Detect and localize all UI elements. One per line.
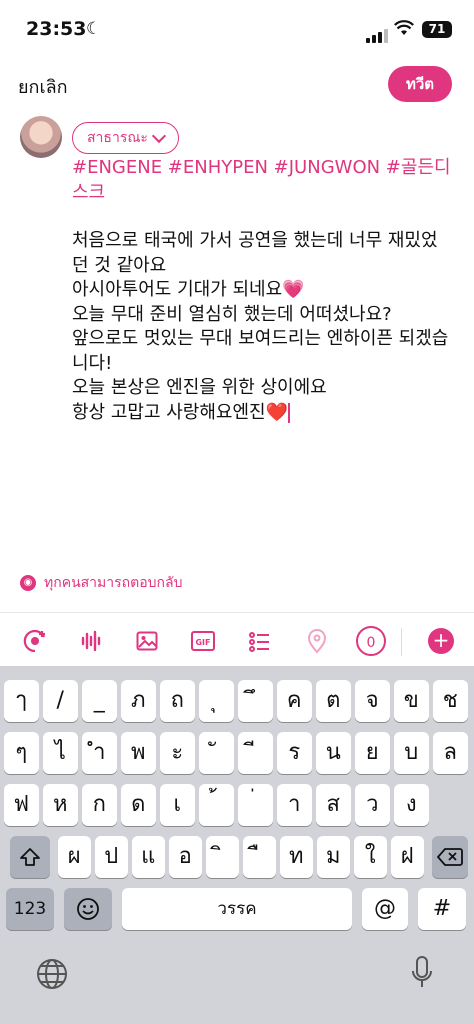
text-cursor: [288, 402, 291, 423]
at-key[interactable]: @: [362, 888, 408, 930]
divider: [401, 628, 402, 656]
key-1-9[interactable]: ต: [316, 680, 351, 722]
post-tweet-button[interactable]: ทวีต: [388, 66, 452, 102]
compose-toolbar: GIF: [0, 616, 474, 666]
key-1-1[interactable]: ๅ: [4, 680, 39, 722]
key-3-5[interactable]: เ: [160, 784, 195, 826]
globe-icon[interactable]: [36, 958, 68, 994]
key-1-10[interactable]: จ: [355, 680, 390, 722]
add-thread-button[interactable]: +: [428, 628, 454, 654]
key-3-2[interactable]: ห: [43, 784, 78, 826]
globe-reply-icon: ◉: [20, 575, 36, 591]
key-4-3[interactable]: แ: [132, 836, 165, 878]
key-2-8[interactable]: ร: [277, 732, 312, 774]
keyboard: ๅ/_ภถุึคตจขช ๆไำพะัีรนยบล ฟหกดเ้่าสวง ผป…: [0, 666, 474, 1024]
key-2-10[interactable]: ย: [355, 732, 390, 774]
hash-key[interactable]: #: [418, 888, 466, 930]
signal-icon: [366, 24, 390, 43]
key-2-7[interactable]: ี: [238, 732, 273, 774]
key-4-5[interactable]: ิ: [206, 836, 239, 878]
key-4-7[interactable]: ท: [280, 836, 313, 878]
key-4-4[interactable]: อ: [169, 836, 202, 878]
gif-label: GIF: [195, 638, 210, 647]
microphone-icon[interactable]: [410, 955, 434, 995]
character-counter: 0: [356, 626, 386, 656]
key-1-12[interactable]: ช: [433, 680, 468, 722]
key-3-11[interactable]: ง: [394, 784, 429, 826]
key-2-6[interactable]: ั: [199, 732, 234, 774]
moon-icon: ☾: [86, 19, 102, 39]
chevron-down-icon: [151, 128, 166, 144]
key-2-11[interactable]: บ: [394, 732, 429, 774]
key-2-4[interactable]: พ: [121, 732, 156, 774]
image-icon[interactable]: [132, 626, 162, 656]
key-1-5[interactable]: ถ: [160, 680, 195, 722]
emoji-key[interactable]: [64, 888, 112, 930]
key-3-3[interactable]: ก: [82, 784, 117, 826]
shift-key[interactable]: [10, 836, 50, 878]
key-3-7[interactable]: ่: [238, 784, 273, 826]
poll-icon[interactable]: [244, 626, 274, 656]
backspace-key[interactable]: [432, 836, 468, 878]
key-4-10[interactable]: ฝ: [391, 836, 424, 878]
key-2-2[interactable]: ไ: [43, 732, 78, 774]
audio-waveform-icon[interactable]: [76, 626, 106, 656]
gif-icon[interactable]: GIF: [188, 626, 218, 656]
key-2-9[interactable]: น: [316, 732, 351, 774]
key-4-9[interactable]: ใ: [354, 836, 387, 878]
key-4-8[interactable]: ม: [317, 836, 350, 878]
reply-setting-button[interactable]: ◉ ทุกคนสามารถตอบกลับ: [20, 572, 182, 594]
key-1-7[interactable]: ึ: [238, 680, 273, 722]
key-4-2[interactable]: ป: [95, 836, 128, 878]
wifi-icon: [394, 20, 414, 40]
battery-indicator: 71: [422, 21, 452, 38]
key-3-4[interactable]: ด: [121, 784, 156, 826]
compose-textarea[interactable]: #ENGENE #ENHYPEN #JUNGWON #골든디스크 처음으로 태국…: [72, 156, 452, 425]
key-3-10[interactable]: ว: [355, 784, 390, 826]
space-key[interactable]: วรรค: [122, 888, 352, 930]
avatar[interactable]: [20, 116, 62, 158]
numbers-key[interactable]: 123: [6, 888, 54, 930]
key-1-8[interactable]: ค: [277, 680, 312, 722]
key-4-1[interactable]: ผ: [58, 836, 91, 878]
reply-setting-label: ทุกคนสามารถตอบกลับ: [44, 575, 183, 591]
compose-body-text: 처음으로 태국에 가서 공연을 했는데 너무 재밌었던 것 같아요 아시아투어도…: [72, 230, 449, 423]
key-3-8[interactable]: า: [277, 784, 312, 826]
voice-spaces-icon[interactable]: [20, 626, 50, 656]
audience-selector[interactable]: สาธารณะ: [72, 122, 179, 154]
key-3-6[interactable]: ้: [199, 784, 234, 826]
audience-label: สาธารณะ: [87, 130, 148, 146]
key-4-6[interactable]: ื: [243, 836, 276, 878]
compose-hashtags: #ENGENE #ENHYPEN #JUNGWON #골든디스크: [72, 157, 451, 203]
key-2-12[interactable]: ล: [433, 732, 468, 774]
key-1-6[interactable]: ุ: [199, 680, 234, 722]
key-2-1[interactable]: ๆ: [4, 732, 39, 774]
divider: [0, 612, 474, 613]
status-time: 23:53: [26, 18, 87, 40]
key-2-5[interactable]: ะ: [160, 732, 195, 774]
cancel-button[interactable]: ยกเลิก: [18, 72, 68, 101]
key-1-2[interactable]: /: [43, 680, 78, 722]
status-bar: 23:53 ☾ 71: [0, 0, 474, 56]
key-1-11[interactable]: ข: [394, 680, 429, 722]
key-3-1[interactable]: ฟ: [4, 784, 39, 826]
location-icon[interactable]: [302, 626, 332, 656]
key-2-3[interactable]: ำ: [82, 732, 117, 774]
key-3-9[interactable]: ส: [316, 784, 351, 826]
key-1-3[interactable]: _: [82, 680, 117, 722]
key-1-4[interactable]: ภ: [121, 680, 156, 722]
